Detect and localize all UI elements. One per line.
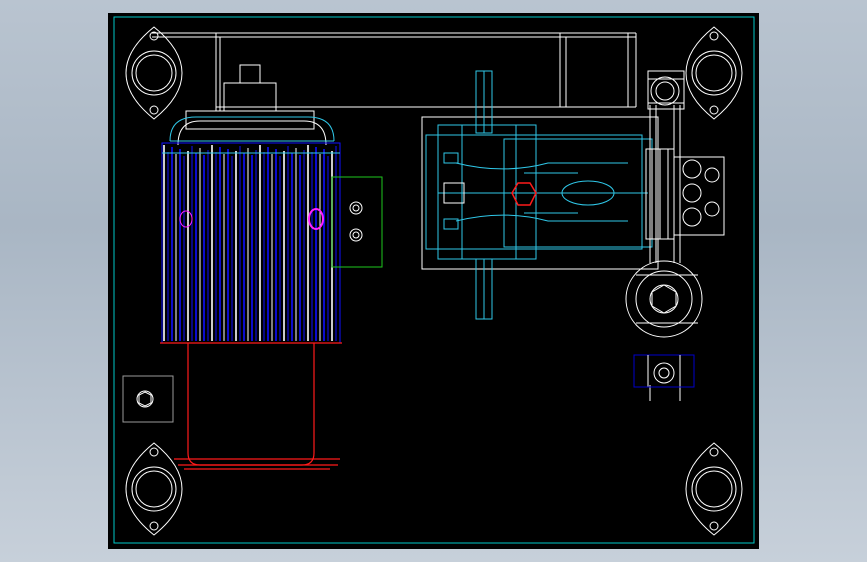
- mounting-flange-top-right: [685, 26, 743, 120]
- cad-drawing[interactable]: [108, 13, 759, 549]
- electric-motor: [161, 142, 341, 344]
- cad-viewport[interactable]: [108, 13, 759, 549]
- mounting-flange-bottom-left: [125, 442, 183, 536]
- motor-base-outline: [160, 342, 342, 470]
- motor-shaft-housing: [177, 64, 327, 146]
- gauge-port: [122, 375, 174, 423]
- pump-shaft: [475, 70, 493, 320]
- plunger-pump: [421, 116, 659, 270]
- pipe-union-top: [647, 70, 685, 110]
- top-rail: [152, 32, 637, 111]
- pipe-union-bottom: [633, 354, 695, 388]
- pipe-union-middle: [625, 260, 703, 338]
- mounting-flange-bottom-right: [685, 442, 743, 536]
- mounting-flange-top-left: [125, 26, 183, 120]
